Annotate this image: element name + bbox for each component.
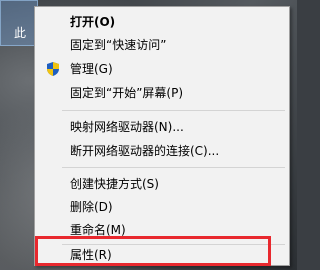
menu-item-label: 断开网络驱动器的连接(C)... bbox=[70, 144, 220, 158]
menu-separator bbox=[62, 167, 285, 168]
desktop-icon-label: 此 bbox=[14, 26, 27, 40]
menu-item-delete[interactable]: 删除(D) bbox=[35, 196, 289, 218]
uac-shield-icon bbox=[45, 61, 61, 77]
menu-item-label: 删除(D) bbox=[70, 200, 113, 214]
menu-item-label: 映射网络驱动器(N)... bbox=[70, 120, 184, 134]
menu-item-map-network-drive[interactable]: 映射网络驱动器(N)... bbox=[35, 116, 289, 138]
properties-highlight-box bbox=[35, 236, 271, 266]
menu-item-label: 打开(O) bbox=[70, 15, 116, 29]
menu-item-label: 固定到“开始”屏幕(P) bbox=[70, 86, 184, 100]
menu-item-label: 固定到“快速访问” bbox=[70, 38, 167, 52]
menu-item-disconnect-network-drive[interactable]: 断开网络驱动器的连接(C)... bbox=[35, 140, 289, 162]
menu-item-create-shortcut[interactable]: 创建快捷方式(S) bbox=[35, 173, 289, 195]
menu-separator bbox=[62, 110, 285, 111]
menu-item-open[interactable]: 打开(O) bbox=[35, 11, 289, 33]
menu-item-pin-quick-access[interactable]: 固定到“快速访问” bbox=[35, 34, 289, 56]
menu-item-label: 创建快捷方式(S) bbox=[70, 177, 159, 191]
menu-item-manage[interactable]: 管理(G) bbox=[35, 58, 289, 80]
context-menu: 打开(O) 固定到“快速访问” 管理(G) 固定到“开始”屏幕(P) 映射网络驱… bbox=[34, 6, 290, 266]
menu-item-label: 重命名(M) bbox=[70, 223, 126, 237]
menu-item-label: 管理(G) bbox=[70, 62, 113, 76]
menu-item-pin-start[interactable]: 固定到“开始”屏幕(P) bbox=[35, 82, 289, 104]
